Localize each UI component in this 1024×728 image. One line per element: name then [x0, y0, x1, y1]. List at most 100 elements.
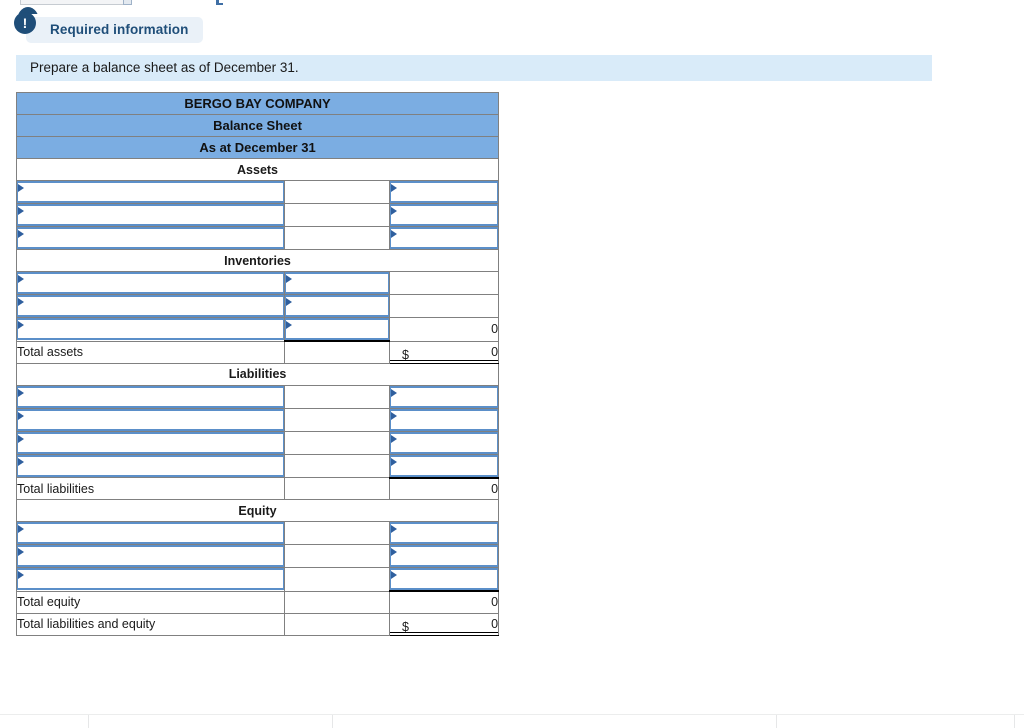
table-row: As at December 31	[15, 136, 500, 159]
assets-row-2-account-cell[interactable]	[16, 203, 285, 227]
assets-row-2-amount-cell[interactable]	[388, 203, 500, 227]
table-row: Total assets $ 0	[16, 340, 500, 364]
equity-row-3-amount-input[interactable]	[390, 568, 499, 590]
assets-row-2-account-input[interactable]	[17, 204, 284, 226]
assets-row-1-account-input[interactable]	[17, 181, 284, 203]
total-equity-label: Total equity	[16, 590, 285, 614]
liabilities-row-2-account-input[interactable]	[17, 408, 284, 431]
table-row	[16, 521, 500, 545]
table-row: Assets	[15, 158, 500, 181]
section-header-inventories: Inventories	[15, 249, 500, 272]
equity-row-1-account-cell[interactable]	[16, 521, 285, 545]
liabilities-row-3-account-input[interactable]	[17, 431, 284, 454]
liabilities-row-3-middle-cell	[284, 430, 390, 455]
bottom-cutoff-cell-2	[332, 715, 776, 728]
inventories-row-2-amount-cell[interactable]	[284, 294, 390, 318]
bottom-cutoff-cell-4	[1014, 715, 1024, 728]
table-row	[16, 453, 500, 478]
assets-row-1-middle-cell	[284, 180, 390, 204]
table-row	[16, 384, 500, 409]
liabilities-row-1-account-cell[interactable]	[16, 384, 285, 409]
equity-row-2-middle-cell	[284, 544, 390, 568]
table-row	[16, 271, 500, 295]
liabilities-row-1-account-input[interactable]	[17, 385, 284, 408]
assets-row-1-amount-input[interactable]	[390, 181, 499, 203]
table-row: Total equity 0	[16, 590, 500, 614]
inventories-row-3-amount-cell[interactable]	[284, 317, 390, 342]
equity-row-1-amount-input[interactable]	[390, 522, 499, 544]
equity-row-3-middle-cell	[284, 567, 390, 592]
total-liabilities-equity-label: Total liabilities and equity	[16, 612, 285, 636]
total-liabilities-value: 0	[388, 476, 500, 500]
equity-row-3-account-input[interactable]	[17, 568, 284, 591]
liabilities-row-1-amount-input[interactable]	[390, 385, 499, 408]
equity-row-1-account-input[interactable]	[17, 522, 284, 544]
inventories-row-2-account-input[interactable]	[17, 295, 284, 317]
liabilities-row-2-middle-cell	[284, 407, 390, 432]
exclamation-icon: !	[14, 12, 36, 34]
inventories-row-3-amount-input[interactable]	[285, 318, 389, 340]
assets-row-3-amount-cell[interactable]	[388, 226, 500, 250]
table-row	[16, 567, 500, 592]
table-row: Balance Sheet	[15, 114, 500, 137]
equity-row-2-amount-input[interactable]	[390, 545, 499, 567]
inventories-row-3-account-input[interactable]	[17, 318, 284, 341]
inventories-row-1-account-cell[interactable]	[16, 271, 285, 295]
assets-row-3-amount-input[interactable]	[390, 227, 499, 249]
liabilities-row-3-amount-input[interactable]	[390, 431, 499, 454]
statement-title-header: Balance Sheet	[15, 114, 500, 137]
inventories-row-3-account-cell[interactable]	[16, 317, 285, 342]
liabilities-row-3-account-cell[interactable]	[16, 430, 285, 455]
assets-row-3-account-cell[interactable]	[16, 226, 285, 250]
total-liabilities-equity-middle-cell	[284, 612, 390, 636]
liabilities-row-1-amount-cell[interactable]	[388, 384, 500, 409]
liabilities-row-3-amount-cell[interactable]	[388, 430, 500, 455]
total-liabilities-middle-cell	[284, 477, 390, 500]
table-row: Total liabilities 0	[16, 476, 500, 500]
table-row: BERGO BAY COMPANY	[15, 92, 500, 115]
cutoff-text-input[interactable]	[20, 0, 124, 5]
table-row: Inventories	[15, 249, 500, 272]
total-assets-value-cell: $ 0	[388, 340, 500, 364]
inventories-row-1-amount-input[interactable]	[285, 272, 389, 294]
inventories-row-1-total-cell	[388, 271, 500, 295]
equity-row-3-amount-cell[interactable]	[388, 567, 500, 592]
cutoff-input-stepper[interactable]	[123, 0, 132, 5]
assets-row-2-amount-input[interactable]	[390, 204, 499, 226]
table-row: Liabilities	[15, 362, 500, 386]
liabilities-row-4-amount-cell[interactable]	[388, 453, 500, 478]
assets-row-3-account-input[interactable]	[17, 227, 284, 249]
equity-row-2-amount-cell[interactable]	[388, 544, 500, 568]
dollar-sign-assets: $	[402, 347, 409, 362]
liabilities-row-4-amount-input[interactable]	[390, 454, 499, 477]
bottom-cutoff-cell-3	[776, 715, 1014, 728]
bottom-cutoff-cell-1	[88, 715, 332, 728]
liabilities-row-4-account-input[interactable]	[17, 454, 284, 477]
equity-row-2-account-cell[interactable]	[16, 544, 285, 568]
assets-row-1-amount-cell[interactable]	[388, 180, 500, 204]
total-assets-value: 0	[491, 345, 499, 359]
table-row: 0	[16, 317, 500, 342]
inventories-row-2-total-cell	[388, 294, 500, 318]
liabilities-row-2-account-cell[interactable]	[16, 407, 285, 432]
table-row	[16, 226, 500, 250]
inventories-row-1-account-input[interactable]	[17, 272, 284, 294]
inventories-row-2-account-cell[interactable]	[16, 294, 285, 318]
equity-row-1-amount-cell[interactable]	[388, 521, 500, 545]
equity-row-3-account-cell[interactable]	[16, 567, 285, 592]
top-cutoff-strip	[0, 0, 1024, 14]
liabilities-row-2-amount-input[interactable]	[390, 408, 499, 431]
equity-row-1-middle-cell	[284, 521, 390, 545]
liabilities-row-2-amount-cell[interactable]	[388, 407, 500, 432]
inventories-row-2-amount-input[interactable]	[285, 295, 389, 317]
inventories-subtotal-value: 0	[388, 317, 500, 342]
company-name-header: BERGO BAY COMPANY	[15, 92, 500, 115]
assets-row-3-middle-cell	[284, 226, 390, 250]
inventories-row-1-amount-cell[interactable]	[284, 271, 390, 295]
liabilities-row-4-account-cell[interactable]	[16, 453, 285, 478]
table-row	[16, 203, 500, 227]
equity-row-2-account-input[interactable]	[17, 545, 284, 567]
assets-row-1-account-cell[interactable]	[16, 180, 285, 204]
section-header-assets: Assets	[15, 158, 500, 181]
section-header-equity: Equity	[15, 499, 500, 522]
